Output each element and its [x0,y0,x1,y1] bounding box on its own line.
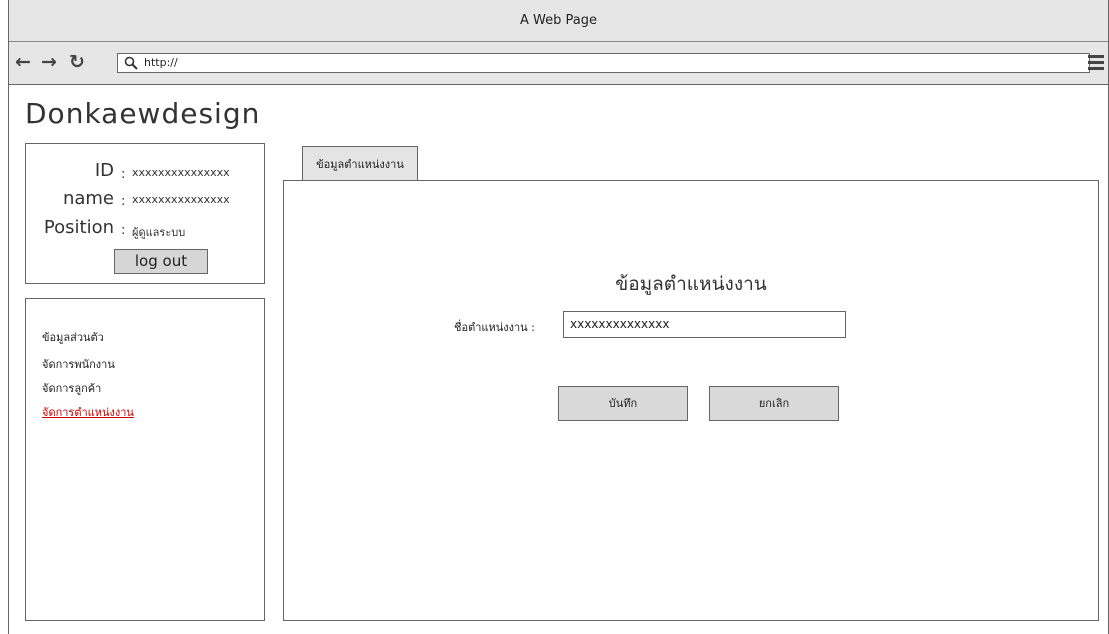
sidebar-menu: ข้อมูลส่วนตัว จัดการพนักงาน จัดการลูกค้า… [25,298,265,621]
search-icon [124,56,138,70]
position-name-label: ชื่อตำแหน่งงาน : [454,321,535,334]
position-name-input[interactable]: xxxxxxxxxxxxxx [563,311,846,338]
forward-arrow-icon[interactable]: → [41,50,57,74]
position-separator: : [121,223,126,238]
browser-window: A Web Page ← → ↻ http:// Donkaewdesign I… [8,0,1109,634]
name-label: name [62,188,114,209]
sidebar-item-manage-positions[interactable]: จัดการตำแหน่งงาน [42,403,134,421]
position-label: Position [43,217,114,238]
tab-position-info[interactable]: ข้อมูลตำแหน่งงาน [302,146,418,181]
sidebar-item-manage-employees[interactable]: จัดการพนักงาน [42,355,115,373]
url-text: http:// [144,56,178,69]
hamburger-menu-icon[interactable] [1088,55,1104,71]
browser-toolbar: ← → ↻ http:// [9,42,1108,85]
id-value: xxxxxxxxxxxxxxx [132,166,230,179]
sidebar-item-manage-customers[interactable]: จัดการลูกค้า [42,379,101,397]
cancel-button[interactable]: ยกเลิก [709,386,839,421]
window-title: A Web Page [520,13,597,28]
logout-button[interactable]: log out [114,249,208,274]
window-title-bar: A Web Page [9,0,1108,42]
reload-icon[interactable]: ↻ [69,50,85,74]
address-bar[interactable]: http:// [117,53,1090,73]
content-panel: ข้อมูลตำแหน่งงาน ชื่อตำแหน่งงาน : xxxxxx… [283,180,1099,621]
id-label: ID [94,160,114,181]
name-separator: : [121,194,126,209]
id-separator: : [121,167,126,182]
name-value: xxxxxxxxxxxxxxx [132,193,230,206]
save-button[interactable]: บันทึก [558,386,688,421]
page-title: ข้อมูลตำแหน่งงาน [615,273,767,295]
back-arrow-icon[interactable]: ← [15,50,31,74]
sidebar-item-personal-info[interactable]: ข้อมูลส่วนตัว [42,328,104,346]
site-logo: Donkaewdesign [25,97,261,130]
user-info-panel: ID : xxxxxxxxxxxxxxx name : xxxxxxxxxxxx… [25,143,265,284]
position-value: ผู้ดูแลระบบ [132,226,186,239]
